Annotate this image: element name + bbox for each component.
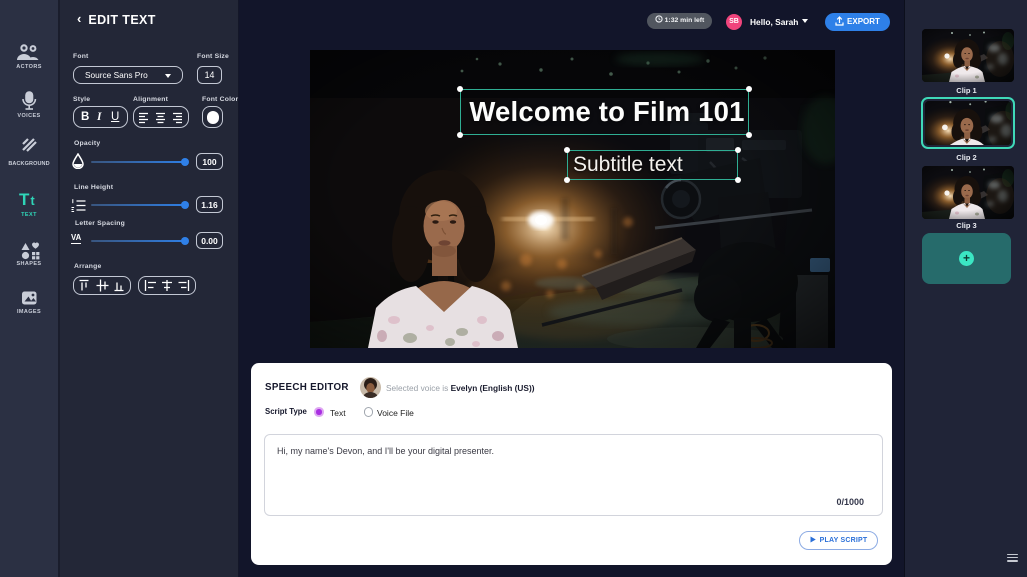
svg-text:T: T	[19, 190, 30, 209]
svg-text:t: t	[31, 194, 36, 208]
